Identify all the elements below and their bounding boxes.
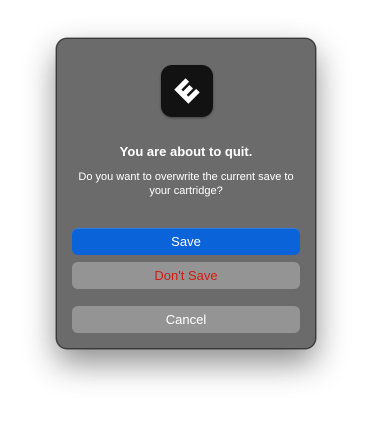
dialog-message: Do you want to overwrite the current sav…	[78, 171, 294, 197]
app-logo-icon	[161, 65, 213, 117]
save-button[interactable]: Save	[72, 228, 300, 255]
cancel-button[interactable]: Cancel	[72, 306, 300, 333]
dialog-title: You are about to quit.	[119, 144, 253, 159]
dont-save-button[interactable]: Don't Save	[72, 262, 300, 289]
quit-dialog: You are about to quit. Do you want to ov…	[56, 38, 316, 349]
